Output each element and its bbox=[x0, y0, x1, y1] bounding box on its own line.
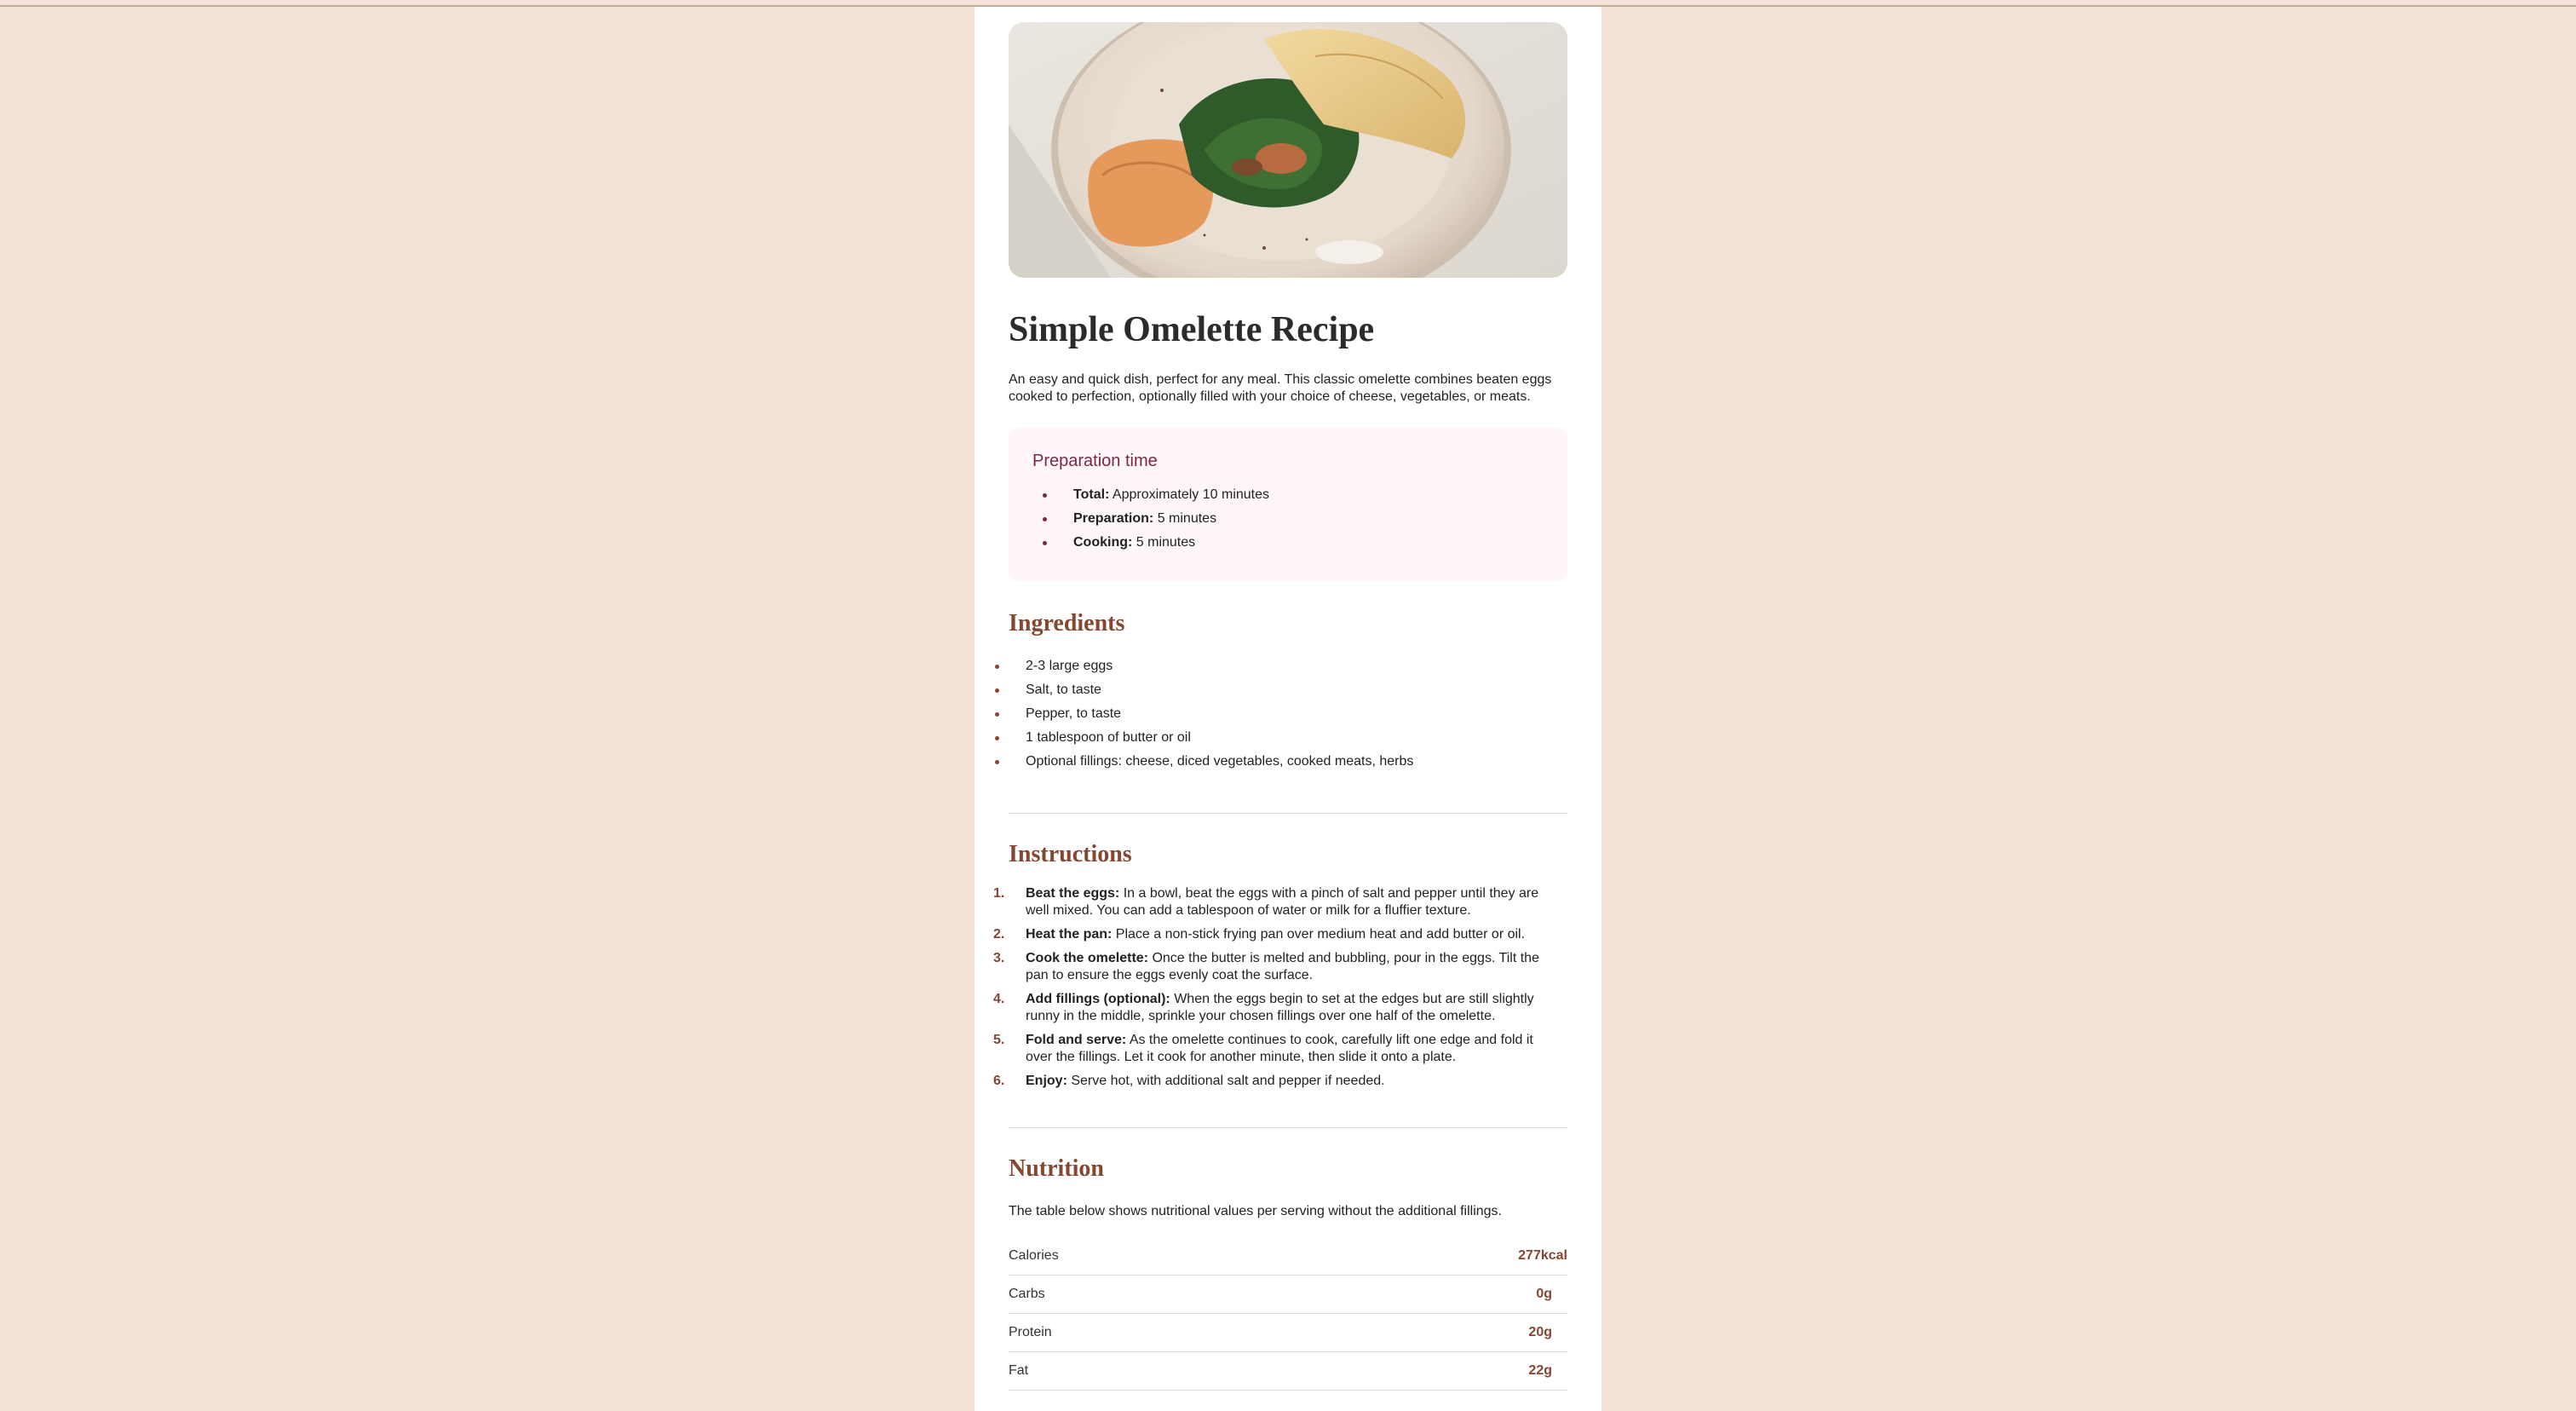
ingredient-item: 1 tablespoon of butter or oil bbox=[995, 726, 1567, 750]
nutrition-row-protein: Protein 20g bbox=[1009, 1314, 1567, 1353]
instructions-list: 1. Beat the eggs: In a bowl, beat the egg… bbox=[993, 885, 1567, 1090]
step-number: 3. bbox=[993, 951, 1005, 966]
instruction-step: 1. Beat the eggs: In a bowl, beat the egg… bbox=[993, 885, 1554, 919]
instruction-step: 3. Cook the omelette: Once the butter is … bbox=[993, 950, 1554, 984]
nutrition-row-fat: Fat 22g bbox=[1009, 1352, 1567, 1391]
preparation-time-box: Preparation time Total: Approximately 10… bbox=[1009, 428, 1567, 582]
step-label: Cook the omelette: bbox=[1026, 951, 1149, 966]
page-title: Simple Omelette Recipe bbox=[1009, 310, 1375, 349]
nutrient-value: 22g bbox=[1528, 1363, 1552, 1379]
prep-label: Preparation: bbox=[1073, 511, 1154, 527]
prep-label: Cooking: bbox=[1073, 535, 1133, 550]
ingredient-item: Pepper, to taste bbox=[995, 702, 1567, 726]
omelette-illustration bbox=[1009, 22, 1567, 278]
step-number: 6. bbox=[993, 1074, 1005, 1089]
instruction-step: 2. Heat the pan: Place a non-stick frying… bbox=[993, 926, 1554, 943]
recipe-content: Simple Omelette Recipe An easy and quick… bbox=[993, 22, 1567, 1391]
instructions-heading: Instructions bbox=[1009, 841, 1132, 868]
step-number: 5. bbox=[993, 1033, 1005, 1048]
instruction-step: 4. Add fillings (optional): When the eggs… bbox=[993, 991, 1554, 1025]
prep-list: Total: Approximately 10 minutes Preparat… bbox=[1032, 483, 1544, 555]
step-text: Place a non-stick frying pan over medium… bbox=[1112, 927, 1526, 942]
recipe-card: Simple Omelette Recipe An easy and quick… bbox=[975, 7, 1601, 1411]
instruction-step: 5. Fold and serve: As the omelette contin… bbox=[993, 1032, 1554, 1066]
section-divider bbox=[1009, 813, 1567, 815]
step-label: Add fillings (optional): bbox=[1026, 992, 1170, 1007]
nutrient-name: Carbs bbox=[1009, 1287, 1045, 1302]
prep-value: Approximately 10 minutes bbox=[1109, 487, 1270, 503]
nutrient-name: Calories bbox=[1009, 1248, 1059, 1264]
step-number: 4. bbox=[993, 992, 1005, 1007]
prep-heading: Preparation time bbox=[1032, 452, 1158, 471]
nutrition-heading: Nutrition bbox=[1009, 1155, 1104, 1183]
step-label: Beat the eggs: bbox=[1026, 886, 1120, 901]
nutrition-row-carbs: Carbs 0g bbox=[1009, 1276, 1567, 1315]
ingredient-item: 2-3 large eggs bbox=[995, 654, 1567, 678]
top-border bbox=[0, 0, 2576, 7]
nutrition-description: The table below shows nutritional values… bbox=[1009, 1204, 1502, 1219]
step-label: Fold and serve: bbox=[1026, 1033, 1127, 1048]
nutrient-value: 0g bbox=[1536, 1287, 1552, 1302]
nutrient-value: 277kcal bbox=[1518, 1248, 1567, 1264]
step-number: 1. bbox=[993, 886, 1005, 901]
section-divider bbox=[1009, 1127, 1567, 1129]
nutrient-name: Protein bbox=[1009, 1325, 1052, 1340]
instruction-step: 6. Enjoy: Serve hot, with additional salt… bbox=[993, 1073, 1554, 1090]
ingredient-item: Optional fillings: cheese, diced vegetab… bbox=[995, 750, 1567, 774]
prep-item-preparation: Preparation: 5 minutes bbox=[1032, 507, 1544, 531]
prep-item-total: Total: Approximately 10 minutes bbox=[1032, 483, 1544, 507]
omelette-image bbox=[1009, 22, 1567, 278]
ingredient-item: Salt, to taste bbox=[995, 678, 1567, 702]
recipe-intro: An easy and quick dish, perfect for any … bbox=[1009, 372, 1552, 405]
prep-value: 5 minutes bbox=[1132, 535, 1196, 550]
nutrition-row-calories: Calories 277kcal bbox=[1009, 1237, 1567, 1276]
step-label: Heat the pan: bbox=[1026, 927, 1113, 942]
step-number: 2. bbox=[993, 927, 1005, 942]
prep-label: Total: bbox=[1073, 487, 1110, 503]
nutrient-name: Fat bbox=[1009, 1363, 1029, 1379]
ingredients-list: 2-3 large eggs Salt, to taste Pepper, to… bbox=[995, 654, 1567, 774]
step-label: Enjoy: bbox=[1026, 1074, 1067, 1089]
prep-value: 5 minutes bbox=[1153, 511, 1217, 527]
nutrition-table: Calories 277kcal Carbs 0g Protein 20g Fa… bbox=[1009, 1237, 1567, 1391]
step-text: Serve hot, with additional salt and pepp… bbox=[1067, 1074, 1385, 1089]
ingredients-heading: Ingredients bbox=[1009, 610, 1125, 637]
prep-item-cooking: Cooking: 5 minutes bbox=[1032, 531, 1544, 555]
nutrient-value: 20g bbox=[1528, 1325, 1552, 1340]
